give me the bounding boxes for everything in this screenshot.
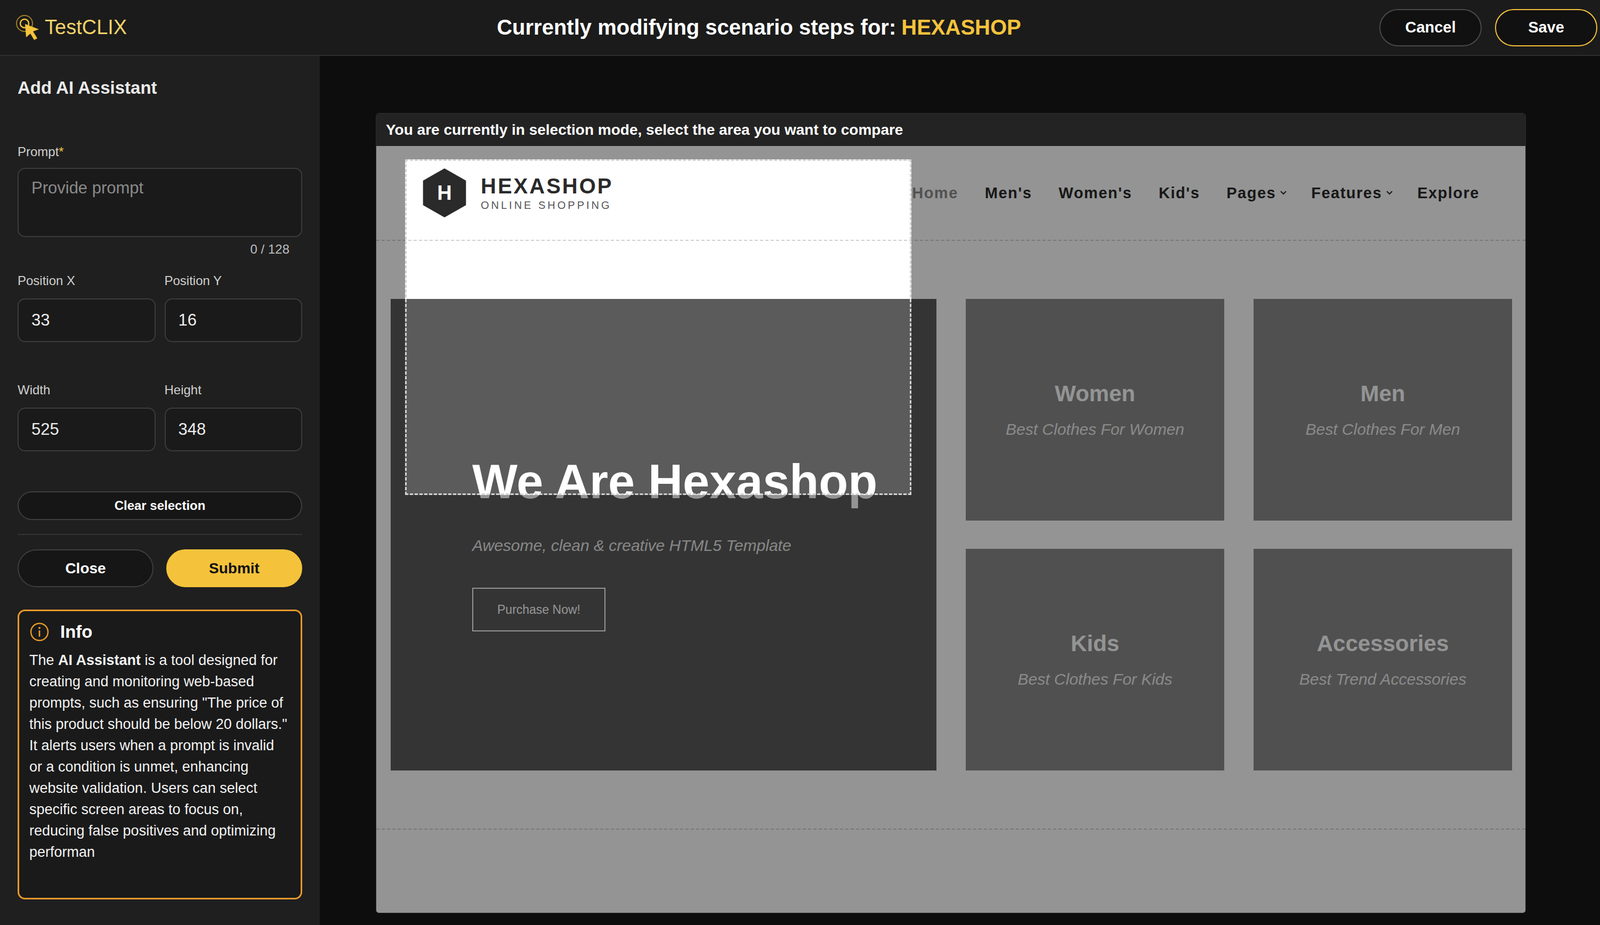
nav-label: Men's	[984, 184, 1033, 202]
category-card[interactable]: Women Best Clothes For Women	[965, 299, 1225, 521]
nav-item[interactable]: Women's	[1058, 184, 1136, 202]
category-subtitle: Best Clothes For Women	[1005, 420, 1185, 439]
panel-title: Add AI Assistant	[17, 77, 303, 99]
purchase-button[interactable]: Purchase Now!	[472, 587, 606, 632]
site-logo[interactable]: HHEXASHOPONLINE SHOPPING	[418, 167, 614, 219]
nav-item[interactable]: Men's	[984, 184, 1036, 202]
info-text-part: is a tool designed for creating and moni…	[29, 652, 288, 861]
category-title: Accessories	[1316, 631, 1450, 657]
char-counter: 0 / 128	[17, 241, 303, 258]
ai-assistant-panel: Add AI Assistant Prompt* 0 / 128 Position X…	[0, 55, 320, 925]
selection-rectangle[interactable]	[405, 159, 912, 496]
geometry-fields: Position X Position Y Width Height	[17, 272, 303, 452]
category-card[interactable]: Kids Best Clothes For Kids	[965, 548, 1225, 771]
chevron-down-icon	[1385, 189, 1394, 197]
nav-label: Home	[911, 184, 959, 202]
cancel-button[interactable]: Cancel	[1379, 9, 1482, 47]
info-text-part: AI Assistant	[58, 652, 141, 669]
nav-label: Features	[1311, 184, 1383, 202]
nav-label: Pages	[1226, 184, 1276, 202]
hero-banner: We Are Hexashop Awesome, clean & creative…	[390, 299, 937, 771]
field: Position X	[17, 272, 156, 343]
nav-item[interactable]: Pages	[1226, 184, 1288, 202]
submit-button[interactable]: Submit	[166, 549, 303, 588]
page-title: Currently modifying scenario steps for:H…	[138, 15, 1380, 40]
prompt-label-text: Prompt	[17, 144, 59, 159]
field-input[interactable]	[17, 298, 156, 343]
preview-frame: You are currently in selection mode, sel…	[375, 112, 1526, 914]
category-subtitle: Best Trend Accessories	[1299, 670, 1467, 689]
app-logo[interactable]: TestCLIX	[14, 13, 139, 42]
brand-name: HEXASHOP	[480, 173, 614, 199]
category-title: Men	[1360, 381, 1406, 407]
field-input[interactable]	[164, 407, 303, 452]
field: Height	[164, 382, 303, 452]
save-button[interactable]: Save	[1495, 9, 1598, 47]
category-card[interactable]: Accessories Best Trend Accessories	[1253, 548, 1513, 771]
category-subtitle: Best Clothes For Men	[1305, 420, 1460, 439]
close-button[interactable]: Close	[17, 549, 154, 588]
workspace: Add AI Assistant Prompt* 0 / 128 Position X…	[0, 55, 1600, 925]
divider	[17, 534, 303, 536]
info-text-part: The	[29, 652, 59, 669]
header-actions: Cancel Save	[1379, 9, 1598, 47]
field-label: Position X	[17, 272, 156, 289]
prompt-input[interactable]	[17, 167, 303, 238]
nav-item[interactable]: Explore	[1417, 184, 1483, 202]
brand-tagline: ONLINE SHOPPING	[480, 198, 614, 213]
site-header: HHEXASHOPONLINE SHOPPINGHomeMen'sWomen's…	[376, 146, 1526, 241]
field-label: Height	[164, 382, 303, 399]
nav-item[interactable]: Kid's	[1158, 184, 1203, 202]
field: Position Y	[164, 272, 303, 343]
project-name: HEXASHOP	[901, 15, 1022, 39]
field-label: Position Y	[164, 272, 303, 289]
hexagon-logo: H	[418, 167, 471, 219]
info-box: InfoThe AI Assistant is a tool designed …	[17, 609, 303, 900]
field-label: Width	[17, 382, 156, 399]
field: Width	[17, 382, 156, 452]
hero-title: We Are Hexashop	[472, 453, 937, 511]
info-title: Info	[60, 621, 93, 643]
category-title: Kids	[1070, 631, 1120, 657]
clear-selection-button[interactable]: Clear selection	[17, 491, 303, 521]
logo-text: TestCLIX	[44, 15, 127, 39]
nav-item[interactable]: Features	[1311, 184, 1394, 202]
site-content: We Are Hexashop Awesome, clean & creative…	[376, 299, 1526, 771]
main-area: You are currently in selection mode, sel…	[319, 55, 1600, 925]
category-grid: Women Best Clothes For Women Men Best Cloth…	[965, 299, 1513, 771]
hero-subtitle: Awesome, clean & creative HTML5 Template	[472, 536, 937, 556]
category-subtitle: Best Clothes For Kids	[1017, 670, 1173, 689]
category-card[interactable]: Men Best Clothes For Men	[1253, 299, 1513, 521]
site-nav: Home Men's Women's Kid's Pages Features Explor…	[911, 184, 1483, 202]
site-divider	[376, 828, 1526, 830]
panel-actions: Close Submit	[17, 549, 303, 588]
prompt-label: Prompt*	[17, 143, 303, 160]
field-input[interactable]	[164, 298, 303, 343]
brand-text: HEXASHOPONLINE SHOPPING	[480, 173, 614, 213]
required-mark: *	[58, 144, 64, 159]
nav-item[interactable]: Home	[911, 184, 962, 202]
website-preview[interactable]: HHEXASHOPONLINE SHOPPINGHomeMen'sWomen's…	[376, 146, 1526, 913]
info-text: The AI Assistant is a tool designed for …	[29, 649, 290, 863]
category-title: Women	[1054, 381, 1136, 407]
info-header: Info	[29, 621, 290, 643]
nav-label: Kid's	[1158, 184, 1200, 202]
info-icon	[29, 621, 50, 643]
nav-label: Women's	[1058, 184, 1133, 202]
nav-label: Explore	[1417, 184, 1480, 202]
field-input[interactable]	[17, 407, 156, 452]
selection-notice: You are currently in selection mode, sel…	[376, 113, 1526, 147]
top-bar: TestCLIX Currently modifying scenario ste…	[0, 0, 1600, 56]
cursor-logo-icon	[14, 13, 43, 42]
chevron-down-icon	[1279, 189, 1288, 197]
title-prefix: Currently modifying scenario steps for:	[496, 15, 896, 39]
